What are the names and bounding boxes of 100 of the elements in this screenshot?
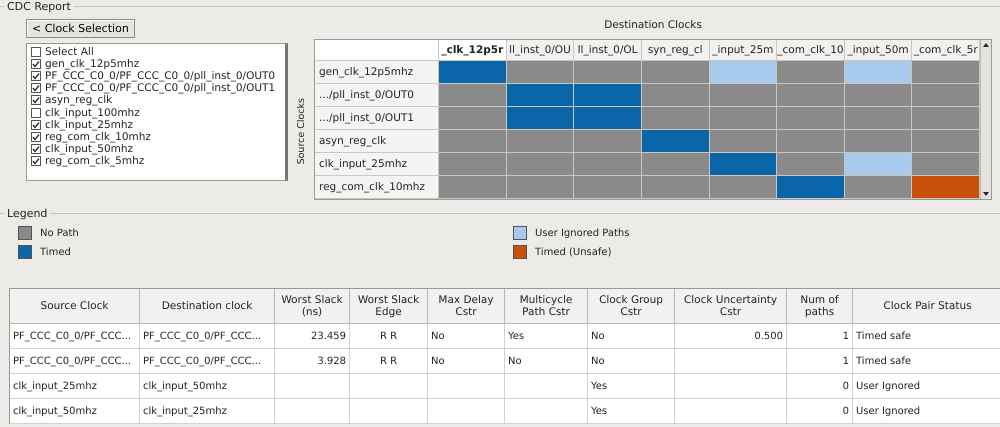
matrix-cell[interactable] [642, 176, 710, 199]
clock-label: clk_input_50mhz [45, 142, 134, 155]
matrix-cell[interactable] [642, 107, 710, 130]
column-header[interactable]: Clock Group Cstr [588, 289, 675, 324]
table-cell: User Ignored [853, 399, 1000, 424]
matrix-cell[interactable] [844, 153, 912, 176]
column-header[interactable]: _clk_12p5r [439, 40, 507, 61]
matrix-cell[interactable] [506, 61, 574, 84]
matrix-cell[interactable] [642, 84, 710, 107]
checkbox[interactable] [31, 83, 41, 94]
matrix-cell[interactable] [844, 84, 912, 107]
row-header: asyn_reg_clk [315, 130, 439, 153]
matrix-cell[interactable] [844, 130, 912, 153]
table-cell: 0 [787, 399, 853, 424]
matrix-cell[interactable] [439, 61, 507, 84]
matrix-cell[interactable] [710, 153, 778, 176]
matrix-cell[interactable] [506, 130, 574, 153]
axis-label: Source Clocks [296, 98, 306, 165]
matrix-cell[interactable] [506, 176, 574, 199]
table-cell: clk_input_50mhz [10, 399, 140, 424]
checkbox[interactable] [31, 71, 41, 82]
matrix-cell[interactable] [574, 176, 642, 199]
column-header[interactable]: Clock Pair Status [853, 289, 1000, 324]
matrix-cell[interactable] [506, 107, 574, 130]
table-cell: No [588, 324, 675, 349]
column-header[interactable]: Num of paths [787, 289, 853, 324]
column-header[interactable]: ll_inst_0/OU [506, 40, 574, 61]
table-cell: No [428, 349, 505, 374]
matrix-cell[interactable] [506, 84, 574, 107]
matrix-cell[interactable] [844, 61, 912, 84]
matrix-cell[interactable] [574, 107, 642, 130]
matrix-cell[interactable] [777, 61, 845, 84]
matrix-cell[interactable] [439, 130, 507, 153]
table-cell: No [505, 349, 588, 374]
matrix-cell[interactable] [710, 176, 778, 199]
matrix-cell[interactable] [439, 107, 507, 130]
axis-label: Destination Clocks [604, 19, 702, 31]
matrix-cell[interactable] [912, 176, 980, 199]
checkbox[interactable] [31, 47, 41, 58]
clock-label: clk_input_25mhz [45, 118, 134, 131]
column-header[interactable]: Destination clock [140, 289, 275, 324]
clock-selection-button[interactable]: < Clock Selection [26, 19, 135, 38]
column-header[interactable]: Clock Uncertainty Cstr [675, 289, 787, 324]
matrix-cell[interactable] [642, 153, 710, 176]
matrix-cell[interactable] [912, 130, 980, 153]
row-header: .../pll_inst_0/OUT0 [315, 84, 439, 107]
matrix-cell[interactable] [574, 130, 642, 153]
column-header[interactable]: Multicycle Path Cstr [505, 289, 588, 324]
table-cell: R R [350, 324, 428, 349]
legend-label: No Path [40, 228, 79, 238]
column-header[interactable]: _com_clk_10 [777, 40, 845, 61]
column-header[interactable]: Source Clock [10, 289, 140, 324]
matrix-cell[interactable] [710, 130, 778, 153]
matrix-cell[interactable] [912, 61, 980, 84]
matrix-cell[interactable] [844, 176, 912, 199]
checkbox[interactable] [31, 95, 41, 106]
matrix-cell[interactable] [710, 84, 778, 107]
matrix-cell[interactable] [777, 130, 845, 153]
column-header[interactable]: _input_50m [844, 40, 912, 61]
matrix-cell[interactable] [574, 61, 642, 84]
matrix-cell[interactable] [574, 84, 642, 107]
matrix-cell[interactable] [642, 130, 710, 153]
matrix-cell[interactable] [642, 61, 710, 84]
table-cell: PF_CCC_C0_0/PF_CCC... [140, 324, 275, 349]
matrix-cell[interactable] [844, 107, 912, 130]
legend-label: Timed (Unsafe) [535, 246, 612, 258]
checkbox[interactable] [31, 156, 41, 166]
matrix-cell[interactable] [710, 61, 778, 84]
matrix-cell[interactable] [912, 107, 980, 130]
column-header[interactable]: Worst Slack Edge [350, 289, 428, 324]
legend-label: Timed [40, 246, 71, 258]
matrix-cell[interactable] [439, 153, 507, 176]
row-header: clk_input_25mhz [315, 153, 439, 176]
table-cell: Yes [505, 324, 588, 349]
matrix-cell[interactable] [912, 84, 980, 107]
checkbox[interactable] [31, 59, 41, 70]
column-header[interactable]: _com_clk_5r [912, 40, 980, 61]
scrollbar[interactable] [980, 40, 991, 199]
table-cell: No [588, 349, 675, 374]
matrix-cell[interactable] [506, 153, 574, 176]
matrix-cell[interactable] [574, 153, 642, 176]
checkbox[interactable] [31, 108, 41, 118]
column-header[interactable]: syn_reg_cl [642, 40, 710, 61]
matrix-cell[interactable] [777, 176, 845, 199]
checkbox[interactable] [31, 132, 41, 142]
legend-label: User Ignored Paths [535, 228, 630, 238]
table-cell: R R [350, 349, 428, 374]
checkbox[interactable] [31, 120, 41, 130]
column-header[interactable]: Worst Slack (ns) [275, 289, 350, 324]
matrix-cell[interactable] [777, 107, 845, 130]
column-header[interactable]: _input_25m [710, 40, 778, 61]
matrix-cell[interactable] [439, 84, 507, 107]
matrix-cell[interactable] [777, 153, 845, 176]
column-header[interactable]: ll_inst_0/OL [574, 40, 642, 61]
checkbox[interactable] [31, 144, 41, 154]
matrix-cell[interactable] [439, 176, 507, 199]
column-header[interactable]: Max Delay Cstr [428, 289, 505, 324]
matrix-cell[interactable] [777, 84, 845, 107]
matrix-cell[interactable] [710, 107, 778, 130]
matrix-cell[interactable] [912, 153, 980, 176]
